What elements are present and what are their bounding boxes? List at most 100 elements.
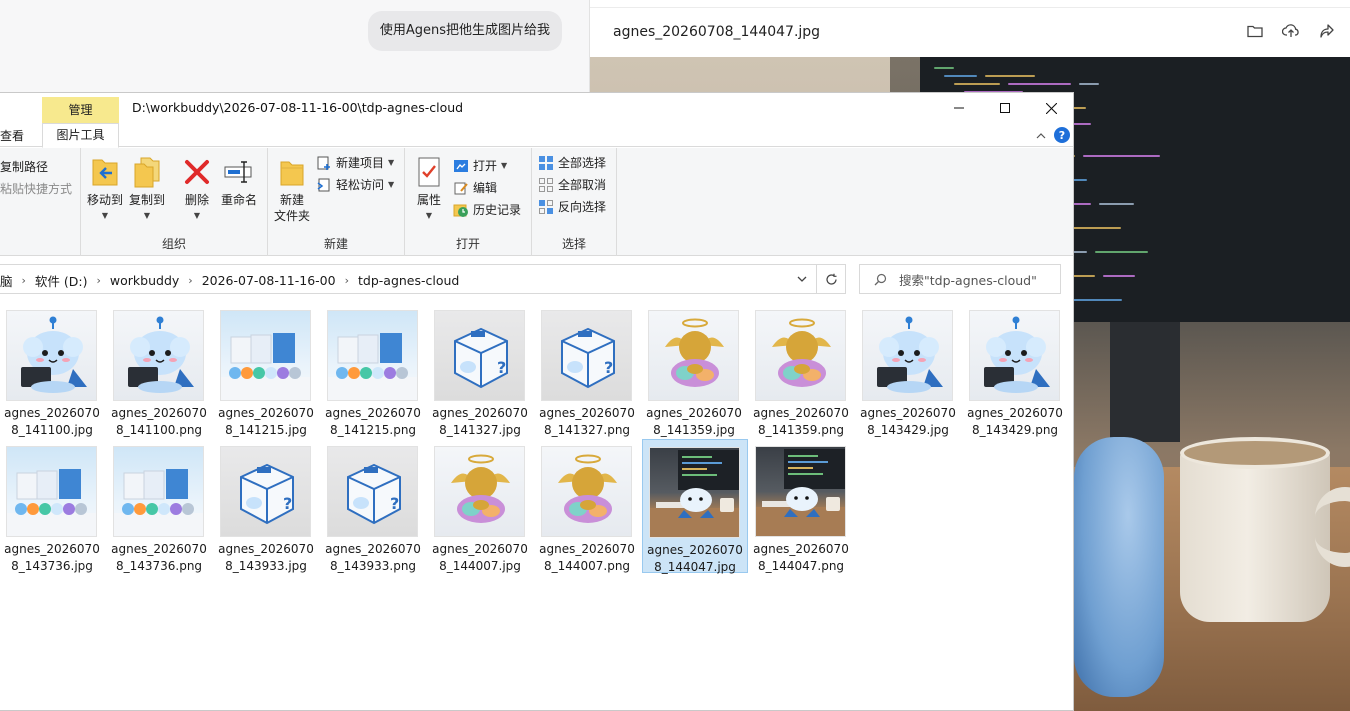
tab-picture-tools[interactable]: 图片工具 — [42, 123, 119, 148]
delete-label: 删除 — [184, 193, 209, 207]
edit-button[interactable]: 编辑 — [453, 179, 497, 196]
address-box[interactable]: 脑 › 软件 (D:) › workbuddy › 2026-07-08-11-… — [0, 264, 846, 294]
easy-access-button[interactable]: 轻松访问 ▼ — [316, 176, 394, 193]
file-item[interactable]: agnes_2026070 8_144047.jpg — [642, 439, 748, 576]
address-history-dropdown[interactable] — [792, 265, 812, 293]
file-name: agnes_2026070 8_141327.jpg — [428, 405, 532, 439]
invert-selection-label: 反向选择 — [558, 200, 607, 214]
file-item[interactable]: ? agnes_2026070 8_141327.jpg — [428, 303, 534, 437]
invert-selection-button[interactable]: 反向选择 — [538, 198, 606, 215]
file-name: agnes_2026070 8_141215.png — [321, 405, 425, 439]
new-item-button[interactable]: 新建项目 ▼ — [316, 154, 394, 171]
file-name: agnes_2026070 8_144047.jpg — [643, 542, 747, 576]
chevron-down-icon: ▼ — [425, 211, 433, 220]
file-name: agnes_2026070 8_141215.jpg — [214, 405, 318, 439]
edit-icon — [454, 182, 468, 194]
file-name: agnes_2026070 8_143736.png — [107, 541, 211, 575]
file-item[interactable]: agnes_2026070 8_143429.png — [963, 303, 1069, 437]
refresh-button[interactable] — [816, 265, 846, 293]
breadcrumb-item[interactable]: 软件 (D:) — [35, 271, 88, 290]
file-name-line: 8_141359.png — [757, 423, 845, 437]
ribbon-group-new: 新建 文件夹 新建项目 ▼ 轻松访问 ▼ 新建 — [268, 148, 405, 256]
breadcrumb-item[interactable]: 2026-07-08-11-16-00 — [202, 273, 336, 288]
share-icon[interactable] — [1318, 22, 1336, 40]
breadcrumb: 脑 › 软件 (D:) › workbuddy › 2026-07-08-11-… — [0, 271, 459, 290]
file-item[interactable]: agnes_2026070 8_141215.png — [321, 303, 427, 437]
minimize-button[interactable] — [936, 93, 982, 123]
file-item[interactable]: agnes_2026070 8_144047.png — [749, 439, 855, 573]
paste-shortcut-button[interactable]: 粘贴快捷方式 — [0, 180, 72, 197]
open-label: 打开 — [473, 159, 498, 173]
select-all-button[interactable]: 全部选择 — [538, 154, 606, 171]
file-name-line: 8_141359.jpg — [653, 423, 735, 437]
chevron-down-icon: ▼ — [501, 161, 508, 170]
photo-code-line — [1079, 83, 1099, 85]
group-label-open: 打开 — [455, 237, 480, 251]
group-label-organize: 组织 — [161, 237, 186, 251]
open-icon — [454, 159, 468, 172]
breadcrumb-item[interactable]: tdp-agnes-cloud — [358, 273, 459, 288]
file-thumbnail — [113, 446, 204, 537]
select-none-icon — [539, 177, 553, 192]
window-controls — [936, 93, 1073, 123]
file-item[interactable]: agnes_2026070 8_141215.jpg — [214, 303, 320, 437]
copy-path-button[interactable]: 复制路径 — [0, 158, 48, 175]
photo-code-line — [1103, 275, 1135, 277]
search-input[interactable]: 搜索"tdp-agnes-cloud" — [899, 270, 1037, 289]
photo-code-line — [1008, 83, 1071, 85]
file-item[interactable]: agnes_2026070 8_141100.jpg — [0, 303, 106, 437]
ribbon-group-clipboard: 复制路径 粘贴快捷方式 — [0, 148, 81, 256]
file-name-line: agnes_2026070 — [432, 406, 528, 420]
move-to-button[interactable]: 移动到 ▼ — [87, 154, 123, 224]
breadcrumb-item[interactable]: workbuddy — [110, 273, 179, 288]
help-icon[interactable]: ? — [1054, 127, 1070, 143]
history-button[interactable]: 历史记录 — [453, 201, 521, 218]
file-item[interactable]: agnes_2026070 8_141359.png — [749, 303, 855, 437]
upload-icon[interactable] — [1282, 22, 1300, 40]
file-name-line: agnes_2026070 — [111, 406, 207, 420]
breadcrumb-item[interactable]: 脑 — [0, 271, 13, 290]
search-box[interactable]: 搜索"tdp-agnes-cloud" — [859, 264, 1061, 294]
file-name-line: agnes_2026070 — [647, 543, 743, 557]
file-thumbnail — [434, 446, 525, 537]
file-name-line: 8_141215.png — [329, 423, 417, 437]
chevron-down-icon: ▼ — [193, 211, 201, 220]
file-item[interactable]: ? agnes_2026070 8_143933.jpg — [214, 439, 320, 573]
ribbon-group-open: 属性 ▼ 打开 ▼ 编辑 历史记录 打开 — [405, 148, 532, 256]
copy-to-button[interactable]: 复制到 ▼ — [129, 154, 165, 224]
new-folder-button[interactable]: 新建 文件夹 — [272, 154, 312, 224]
file-name-line: agnes_2026070 — [539, 542, 635, 556]
tab-view[interactable]: 查看 — [0, 127, 24, 144]
tab-manage[interactable]: 管理 — [42, 97, 119, 123]
file-name: agnes_2026070 8_141100.jpg — [0, 405, 104, 439]
file-item[interactable]: agnes_2026070 8_143736.png — [107, 439, 213, 573]
chevron-down-icon — [797, 276, 807, 282]
file-explorer-window: 管理 D:\workbuddy\2026-07-08-11-16-00\tdp-… — [0, 92, 1074, 711]
invert-selection-icon — [539, 199, 553, 214]
file-item[interactable]: ? agnes_2026070 8_141327.png — [535, 303, 641, 437]
file-item[interactable]: agnes_2026070 8_144007.jpg — [428, 439, 534, 573]
chevron-up-icon[interactable] — [1036, 128, 1046, 142]
file-item[interactable]: agnes_2026070 8_144007.png — [535, 439, 641, 573]
chevron-down-icon: ▼ — [388, 180, 395, 189]
delete-button[interactable]: 删除 ▼ — [181, 154, 213, 224]
file-item[interactable]: agnes_2026070 8_143736.jpg — [0, 439, 106, 573]
select-all-label: 全部选择 — [558, 156, 607, 170]
rename-button[interactable]: 重命名 — [219, 154, 259, 208]
file-item[interactable]: agnes_2026070 8_141359.jpg — [642, 303, 748, 437]
file-item[interactable]: ? agnes_2026070 8_143933.png — [321, 439, 427, 573]
file-name: agnes_2026070 8_143933.jpg — [214, 541, 318, 575]
open-button[interactable]: 打开 ▼ — [453, 157, 507, 174]
properties-button[interactable]: 属性 ▼ — [411, 154, 447, 224]
file-name-line: agnes_2026070 — [432, 542, 528, 556]
select-none-button[interactable]: 全部取消 — [538, 176, 606, 193]
file-name: agnes_2026070 8_141359.jpg — [642, 405, 746, 439]
maximize-button[interactable] — [982, 93, 1028, 123]
file-item[interactable]: agnes_2026070 8_143429.jpg — [856, 303, 962, 437]
folder-icon[interactable] — [1246, 22, 1264, 40]
copy-to-label: 复制到 — [129, 193, 166, 207]
file-thumbnail — [969, 310, 1060, 401]
close-button[interactable] — [1028, 93, 1073, 123]
file-item[interactable]: agnes_2026070 8_141100.png — [107, 303, 213, 437]
photo-monitor-stand — [1110, 322, 1180, 442]
